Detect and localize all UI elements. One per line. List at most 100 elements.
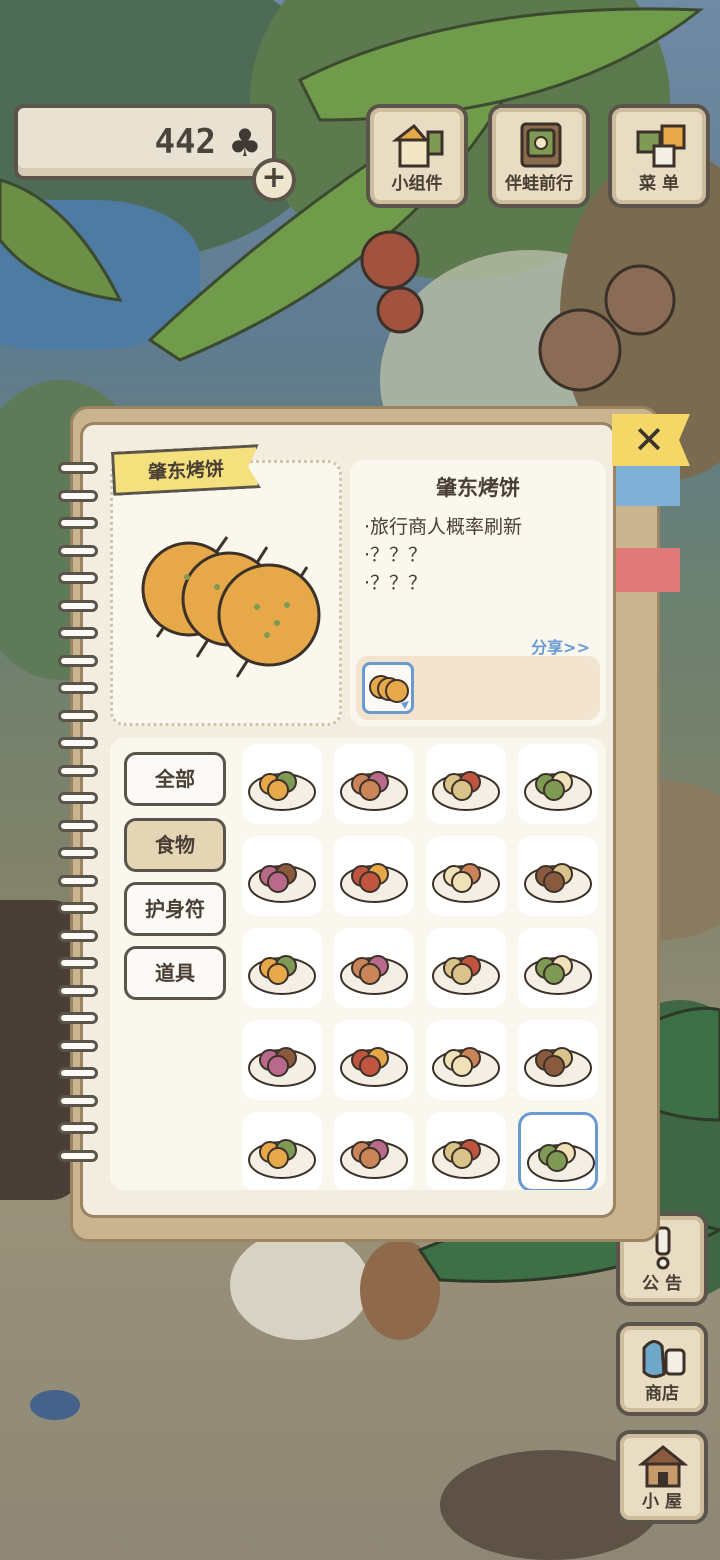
dumplings-plate-icon [524,863,592,903]
green-bean-cake-icon [340,1139,408,1179]
info-line: ·？？？ [364,572,428,594]
item-cell[interactable] [242,836,322,916]
spiral-ring [58,1122,98,1134]
widget-button[interactable]: 小组件 [366,104,468,208]
sliced-sausage-plate-icon [432,771,500,811]
item-cell[interactable] [518,928,598,1008]
mooncakes-plate-icon [340,1047,408,1087]
house-button[interactable]: 小 屋 [616,1430,708,1524]
item-info-panel: 肇东烤饼 ·旅行商人概率刷新 ·？？？ ·？？？ 分享>> [350,460,606,726]
item-cell[interactable] [242,928,322,1008]
crackers-stack-icon [432,1047,500,1087]
widget-icon [392,123,444,168]
spiral-ring [58,627,98,639]
spiral-ring [58,517,98,529]
braised-pork-icon [432,955,500,995]
item-cell[interactable] [242,744,322,824]
item-grid-panel: 全部 食物 护身符 道具 [110,738,606,1190]
spiral-ring [58,902,98,914]
shop-icon [642,1340,686,1379]
mixed-vegetables-bowl-icon [248,771,316,811]
item-cell[interactable] [518,744,598,824]
spiral-ring [58,462,98,474]
menu-button[interactable]: 菜 单 [608,104,710,208]
category-tools-button[interactable]: 道具 [124,946,226,1000]
item-cell[interactable] [334,928,414,1008]
spiral-ring [58,764,98,777]
item-cell[interactable] [426,928,506,1008]
house-icon [638,1445,688,1488]
category-amulet-button[interactable]: 护身符 [124,882,226,936]
cookies-plate-icon [248,1047,316,1087]
item-cell[interactable] [426,744,506,824]
spiral-ring [58,489,98,502]
add-clover-button[interactable]: + [252,158,296,202]
spiral-ring [58,984,98,997]
info-line: ·旅行商人概率刷新 [364,516,523,538]
spiral-ring [58,1149,98,1162]
clover-currency-panel: 442 ♣ [14,104,276,180]
item-cell[interactable] [518,1112,598,1190]
stamped-pastry-icon [248,1139,316,1179]
spiral-ring [58,847,98,859]
soup-bowl-icon [432,863,500,903]
spiral-ring [58,709,98,722]
red-bean-soup-icon [524,955,592,995]
item-cell[interactable] [426,1112,506,1190]
dumpling-bowl-icon [340,955,408,995]
candied-hawthorn-skewers-icon [248,863,316,903]
frog-travel-icon [520,122,562,168]
close-icon[interactable]: ✕ [624,418,674,462]
tray-item-slot[interactable] [362,662,414,714]
spiral-ring [58,874,98,887]
menu-icon [636,124,686,168]
widget-label: 小组件 [391,174,443,194]
fried-balls-plate-icon [524,1047,592,1087]
zhaodong-flatbread-icon [369,675,409,709]
info-line: ·？？？ [364,544,428,566]
spiral-ring [58,682,98,694]
item-cell[interactable] [518,836,598,916]
zhaodong-flatbread-icon [527,1142,595,1182]
spiral-ring [58,572,98,584]
house-label: 小 屋 [642,1492,682,1512]
noodle-soup-bowl-icon [524,771,592,811]
spiral-ring [58,1094,98,1107]
frog-travel-button[interactable]: 伴蛙前行 [488,104,590,208]
spiral-ring [58,1012,98,1024]
frog-travel-label: 伴蛙前行 [505,174,573,194]
shop-label: 商店 [645,1384,679,1404]
item-preview-box [110,460,342,726]
clover-icon: ♣ [227,121,262,165]
spiral-ring [58,819,98,832]
spiral-ring [58,654,98,667]
item-cell[interactable] [426,836,506,916]
notebook-tab-red[interactable] [614,548,680,592]
item-tray [356,656,600,720]
item-cell[interactable] [242,1112,322,1190]
category-food-button[interactable]: 食物 [124,818,226,872]
shop-button[interactable]: 商店 [616,1322,708,1416]
spiral-ring [58,929,98,942]
category-all-button[interactable]: 全部 [124,752,226,806]
notebook-tab-blue[interactable] [614,462,680,506]
item-cell[interactable] [334,836,414,916]
item-cell[interactable] [426,1020,506,1100]
tofu-plate-icon [340,771,408,811]
item-cell[interactable] [334,744,414,824]
spiral-ring [58,737,98,749]
item-cell[interactable] [334,1112,414,1190]
spiral-ring [58,544,98,557]
spiral-ring [58,957,98,969]
item-title: 肇东烤饼 [436,476,520,500]
item-cell[interactable] [518,1020,598,1100]
purple-rice-cakes-icon [340,863,408,903]
crispy-pastry-icon [432,1139,500,1179]
notice-label: 公 告 [642,1274,682,1294]
spiral-ring [58,792,98,804]
item-cell[interactable] [334,1020,414,1100]
clover-count: 442 [154,122,216,162]
zhaodong-flatbread-icon [141,536,321,678]
share-link[interactable]: 分享>> [531,634,590,658]
item-cell[interactable] [242,1020,322,1100]
